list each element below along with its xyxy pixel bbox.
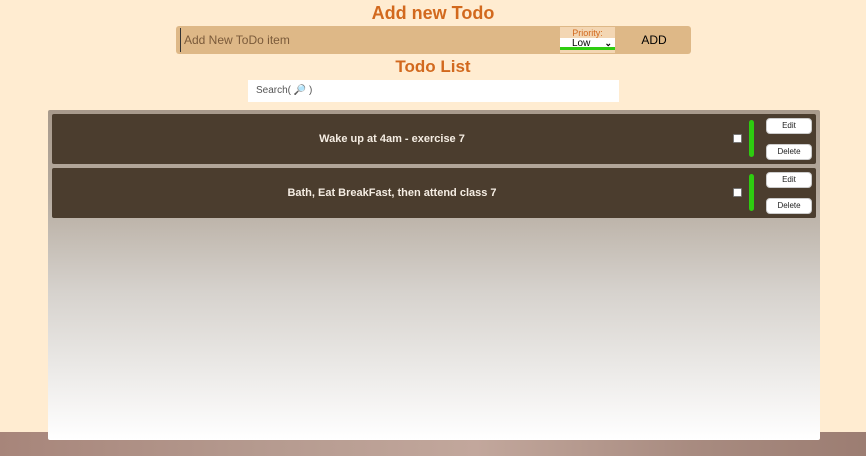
todo-checkbox[interactable] (733, 188, 742, 197)
todo-checkbox[interactable] (733, 134, 742, 143)
search-input[interactable]: Search( 🔎 ) (248, 80, 619, 102)
chevron-down-icon: ⌄ (604, 38, 612, 48)
todo-list-panel: Wake up at 4am - exercise 7 Edit Delete … (48, 110, 820, 440)
edit-button[interactable]: Edit (766, 172, 812, 188)
todo-item: Wake up at 4am - exercise 7 Edit Delete (52, 114, 816, 164)
priority-indicator (749, 174, 754, 211)
add-todo-title: Add new Todo (371, 3, 495, 23)
delete-button[interactable]: Delete (766, 144, 812, 160)
add-button[interactable]: ADD (617, 26, 691, 54)
priority-label: Priority: (572, 28, 603, 38)
add-todo-input[interactable] (180, 28, 558, 52)
add-todo-bar: Priority: Low ⌄ ADD (176, 26, 691, 54)
priority-selector[interactable]: Priority: Low ⌄ (560, 27, 615, 53)
delete-button[interactable]: Delete (766, 198, 812, 214)
todo-text: Bath, Eat BreakFast, then attend class 7 (287, 187, 497, 199)
todo-text: Wake up at 4am - exercise 7 (319, 133, 465, 145)
priority-value: Low (572, 38, 591, 49)
priority-dropdown[interactable]: Low ⌄ (560, 38, 615, 50)
todo-list-title: Todo List (395, 57, 471, 76)
edit-button[interactable]: Edit (766, 118, 812, 134)
priority-indicator (749, 120, 754, 157)
todo-item: Bath, Eat BreakFast, then attend class 7… (52, 168, 816, 218)
